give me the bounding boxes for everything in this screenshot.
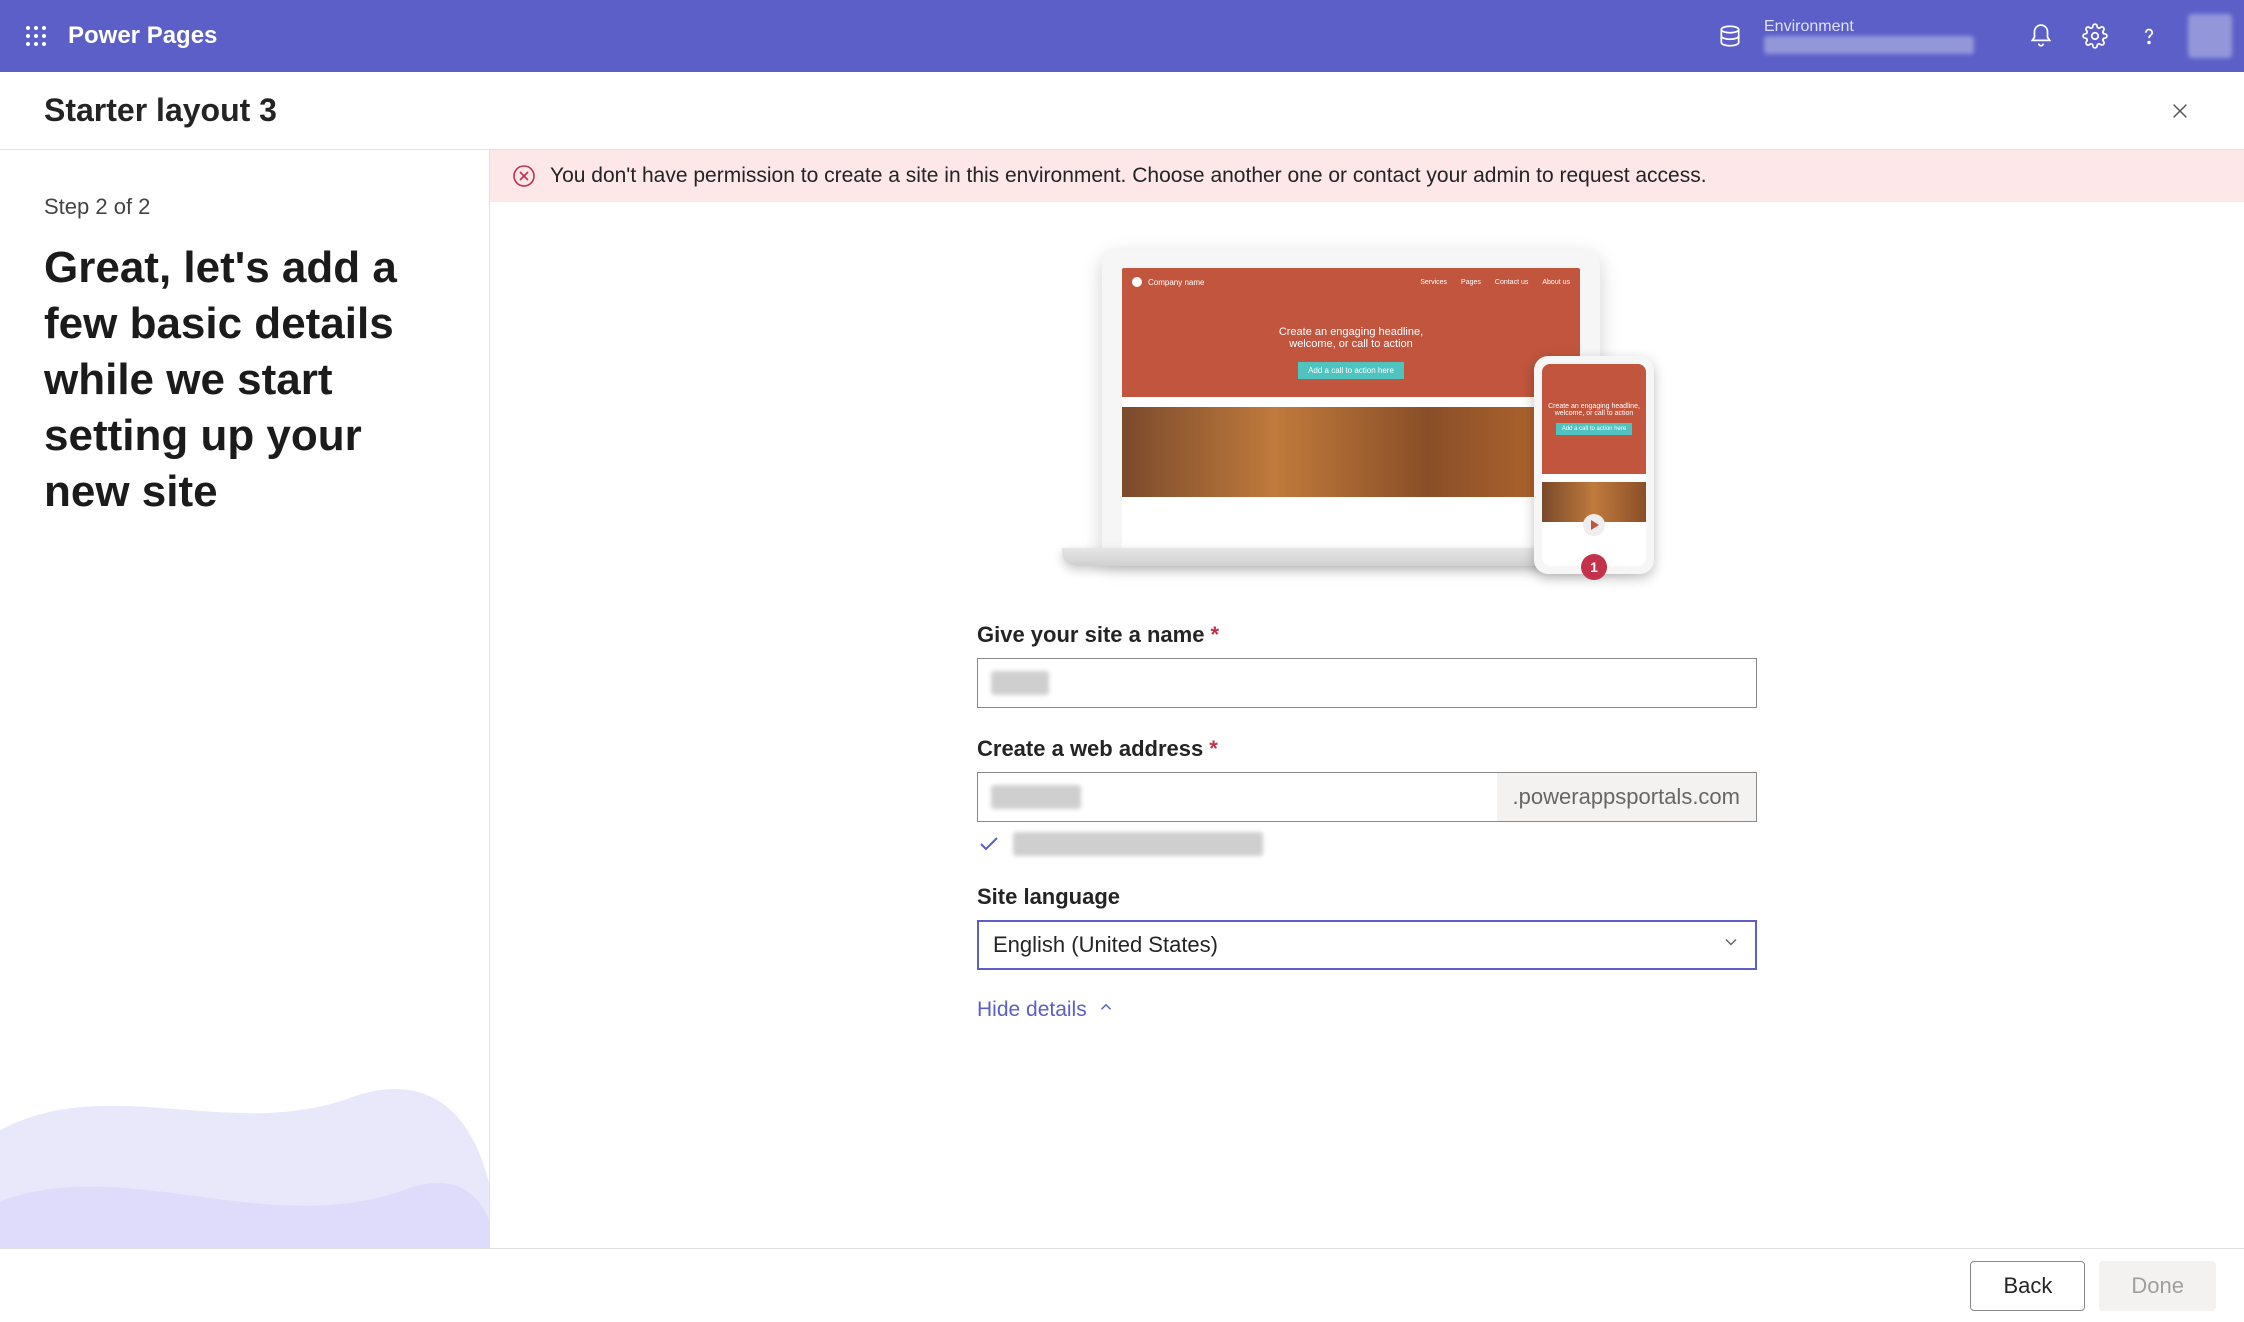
user-avatar[interactable] <box>2188 14 2232 58</box>
back-button[interactable]: Back <box>1970 1261 2085 1311</box>
decorative-wave <box>0 988 490 1248</box>
preview-phone-hero1: Create an engaging headline, <box>1548 403 1640 410</box>
preview-cta: Add a call to action here <box>1298 362 1404 379</box>
preview-hero-line2: welcome, or call to action <box>1289 338 1413 350</box>
environment-value-redacted <box>1764 36 1974 54</box>
web-address-label: Create a web address* <box>977 736 1757 762</box>
address-suffix: .powerappsportals.com <box>1497 772 1757 822</box>
error-banner: You don't have permission to create a si… <box>490 150 2244 202</box>
preview-badge: 1 <box>1581 554 1607 580</box>
notifications-icon[interactable] <box>2014 9 2068 63</box>
site-language-value: English (United States) <box>993 932 1218 958</box>
error-icon <box>512 164 536 188</box>
footer: Back Done <box>0 1248 2244 1322</box>
site-language-label: Site language <box>977 884 1757 910</box>
site-name-label: Give your site a name* <box>977 622 1757 648</box>
preview-phone-cta: Add a call to action here <box>1556 423 1632 435</box>
topbar: Power Pages Environment <box>0 0 2244 72</box>
help-icon[interactable] <box>2122 9 2176 63</box>
site-language-select[interactable]: English (United States) <box>977 920 1757 970</box>
preview-nav-item: Services <box>1420 279 1447 286</box>
form: Give your site a name* Create a web addr… <box>977 622 1757 1022</box>
done-button: Done <box>2099 1261 2216 1311</box>
page-title: Starter layout 3 <box>44 92 277 129</box>
environment-label: Environment <box>1764 18 1974 36</box>
app-title: Power Pages <box>68 22 217 50</box>
main-panel: You don't have permission to create a si… <box>490 150 2244 1248</box>
environment-icon[interactable] <box>1716 22 1744 50</box>
hide-details-label: Hide details <box>977 998 1087 1022</box>
step-indicator: Step 2 of 2 <box>44 194 445 220</box>
environment-selector[interactable]: Environment <box>1764 18 1974 54</box>
subheader: Starter layout 3 <box>0 72 2244 150</box>
preview-company: Company name <box>1148 278 1204 287</box>
preview-nav-item: Contact us <box>1495 279 1528 286</box>
preview-nav-item: About us <box>1542 279 1570 286</box>
sidebar-headline: Great, let's add a few basic details whi… <box>44 240 445 519</box>
hide-details-toggle[interactable]: Hide details <box>977 998 1757 1022</box>
preview-nav-item: Pages <box>1461 279 1481 286</box>
play-icon <box>1583 514 1605 536</box>
chevron-up-icon <box>1097 998 1115 1022</box>
chevron-down-icon <box>1721 932 1741 958</box>
site-preview: Company name Services Pages Contact us A… <box>1062 242 1672 592</box>
preview-hero-line1: Create an engaging headline, <box>1279 326 1423 338</box>
address-validation <box>977 832 1757 856</box>
preview-phone-hero2: welcome, or call to action <box>1555 410 1634 417</box>
close-icon[interactable] <box>2160 91 2200 131</box>
site-name-input[interactable] <box>977 658 1757 708</box>
sidebar: Step 2 of 2 Great, let's add a few basic… <box>0 150 490 1248</box>
settings-gear-icon[interactable] <box>2068 9 2122 63</box>
app-launcher-icon[interactable] <box>12 12 60 60</box>
error-message: You don't have permission to create a si… <box>550 164 1707 188</box>
